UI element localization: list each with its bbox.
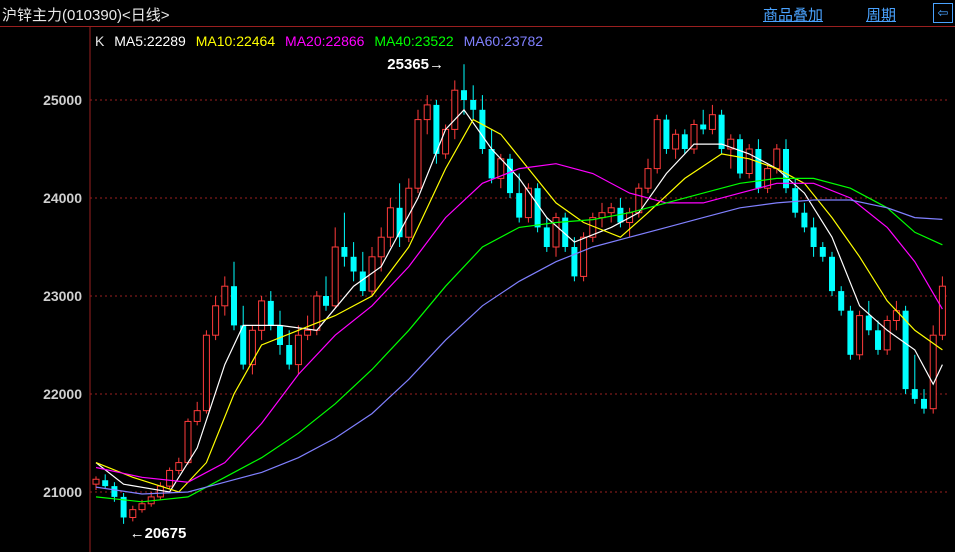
candle-body-down (819, 247, 826, 257)
candle-body-up (607, 207, 615, 214)
low-price-label: ←20675 (130, 525, 187, 542)
candle-body-down (267, 300, 274, 326)
y-tick-label: 24000 (43, 190, 82, 206)
candle-body-down (801, 212, 808, 228)
candle-body-down (847, 310, 854, 355)
y-tick-label: 25000 (43, 92, 82, 108)
candle-body-down (341, 247, 348, 257)
candle-body-down (875, 330, 881, 350)
candle-body-up (156, 485, 164, 498)
candle-body-up (524, 187, 532, 219)
candle-body-down (231, 286, 237, 326)
candle-body-up (92, 478, 100, 485)
candle-body-up (184, 420, 192, 464)
candle-body-up (414, 119, 422, 189)
candle-body-up (598, 212, 606, 219)
candlestick-chart[interactable]: 25000 24000 23000 22000 21000 25365→ ←20675 (0, 27, 955, 552)
candle-body-up (129, 509, 137, 518)
y-tick-label: 21000 (43, 484, 82, 500)
period-link[interactable]: 周期 (866, 4, 896, 25)
y-tick-label: 22000 (43, 386, 82, 402)
candle-body-down (350, 256, 357, 272)
candle-body-up (405, 187, 413, 238)
candle-body-down (102, 480, 109, 487)
candle-body-up (580, 236, 588, 277)
candle-body-down (461, 90, 467, 100)
candle-body-down (783, 149, 789, 189)
candle-body-up (690, 124, 698, 150)
candle-body-down (323, 296, 329, 306)
candle-body-down (700, 124, 707, 130)
commodity-overlay-link[interactable]: 商品叠加 (763, 4, 823, 25)
candle-body-up (221, 285, 229, 307)
candle-body-down (470, 100, 477, 110)
exit-icon[interactable]: ⇦ (933, 3, 953, 23)
candle-body-up (193, 410, 201, 422)
candle-body-up (773, 148, 781, 170)
title-bar: 沪锌主力(010390)<日线> 商品叠加 周期 ⇦ (0, 0, 955, 27)
candle-body-down (681, 134, 688, 149)
candle-body-up (856, 315, 864, 356)
candle-body-up (377, 236, 385, 258)
candle-body-up (313, 295, 321, 331)
candle-body-down (829, 256, 835, 292)
candle-body-up (653, 119, 661, 170)
y-tick-label: 23000 (43, 288, 82, 304)
candle-body-down (755, 149, 762, 189)
candle-body-up (212, 305, 220, 336)
candle-body-down (911, 389, 918, 399)
candle-body-up (451, 89, 459, 130)
candle-body-down (571, 247, 578, 277)
candle-body-up (331, 246, 339, 307)
candle-body-up (166, 469, 174, 487)
candle-body-up (938, 285, 946, 336)
candle-body-down (792, 188, 799, 213)
candle-body-up (423, 104, 431, 121)
candle-body-down (507, 158, 513, 194)
candle-body-down (865, 315, 872, 331)
high-price-label: 25365→ (387, 56, 444, 73)
ma-line-ma40 (95, 177, 943, 503)
candle-body-down (488, 149, 495, 179)
candle-body-down (286, 345, 293, 365)
candle-body-up (386, 207, 394, 238)
candle-body-up (644, 168, 652, 189)
candle-body-up (294, 334, 302, 366)
candle-body-up (248, 329, 256, 366)
candle-body-down (810, 227, 817, 247)
candle-body-up (304, 329, 312, 336)
candle-body-down (111, 486, 118, 497)
candle-body-up (708, 114, 716, 130)
candle-body-up (175, 462, 183, 471)
candle-body-down (663, 119, 670, 149)
candle-body-up (202, 334, 210, 412)
candle-body-up (672, 133, 680, 150)
candle-body-down (543, 227, 550, 247)
candle-body-down (921, 398, 927, 409)
instrument-title: 沪锌主力(010390)<日线> (2, 7, 170, 24)
candle-body-up (929, 334, 937, 410)
candle-body-up (138, 503, 146, 511)
candle-body-up (883, 320, 891, 351)
candle-body-down (838, 291, 845, 311)
candle-body-down (479, 109, 486, 149)
candle-body-down (516, 193, 523, 218)
candle-body-down (277, 325, 283, 345)
